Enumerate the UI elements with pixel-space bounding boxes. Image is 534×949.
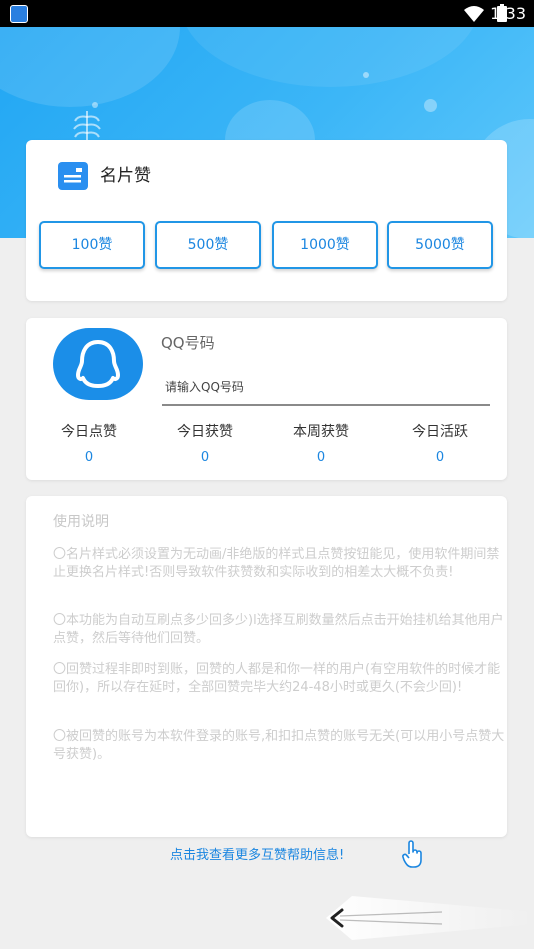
stat-value: 0 [84, 450, 94, 465]
id-card-icon [58, 162, 88, 190]
status-time: 1:33 [490, 4, 526, 23]
card-like-title: 名片赞 [100, 166, 151, 186]
swipe-back-gesture-icon [326, 896, 534, 940]
stat-value: 0 [435, 450, 445, 465]
stat-week-received: 本周获赞 0 [266, 422, 376, 468]
instructions-panel: 使用说明 〇名片样式必须设置为无动画/非绝版的样式且点赞按钮能见，使用软件期间禁… [26, 496, 507, 837]
stat-today-likes: 今日点赞 0 [34, 422, 144, 468]
instruction-item: 〇被回赞的账号为本软件登录的账号,和扣扣点赞的账号无关(可以用小号点赞大号获赞)… [53, 729, 505, 762]
option-1000-button[interactable]: 1000赞 [272, 221, 378, 269]
stat-label: 今日获赞 [177, 424, 233, 440]
status-bar: 1:33 [0, 0, 534, 27]
stat-value: 0 [200, 450, 210, 465]
instruction-item: 〇本功能为自动互刷点多少回多少)l选择互刷数量然后点击开始挂机给其他用户点赞，然… [53, 613, 504, 646]
wifi-icon [464, 6, 484, 22]
card-like-panel: 名片赞 100赞 500赞 1000赞 5000赞 [26, 140, 507, 301]
qq-panel: QQ号码 今日点赞 0 今日获赞 0 本周获赞 0 今日活跃 0 [26, 318, 507, 480]
option-100-button[interactable]: 100赞 [39, 221, 145, 269]
hand-pointer-icon[interactable] [402, 840, 424, 868]
option-500-button[interactable]: 500赞 [155, 221, 261, 269]
instructions-heading: 使用说明 [53, 514, 109, 530]
stat-today-active: 今日活跃 0 [385, 422, 495, 468]
stat-label: 今日点赞 [61, 424, 117, 440]
stat-value: 0 [316, 450, 326, 465]
instruction-item: 〇名片样式必须设置为无动画/非绝版的样式且点赞按钮能见，使用软件期间禁止更换名片… [53, 547, 500, 580]
qq-number-input[interactable] [162, 370, 490, 406]
instruction-item: 〇回赞过程非即时到账，回赞的人都是和你一样的用户(有空用软件的时候才能回你)，所… [53, 662, 501, 695]
option-5000-button[interactable]: 5000赞 [387, 221, 493, 269]
stat-label: 本周获赞 [293, 424, 349, 440]
stat-label: 今日活跃 [412, 424, 468, 440]
qq-number-label: QQ号码 [161, 334, 215, 352]
plant-decoration-icon [73, 111, 101, 143]
help-info-link[interactable]: 点击我查看更多互赞帮助信息! [170, 846, 344, 866]
stat-today-received: 今日获赞 0 [150, 422, 260, 468]
qq-penguin-icon [53, 328, 143, 400]
app-notification-icon [10, 5, 28, 23]
